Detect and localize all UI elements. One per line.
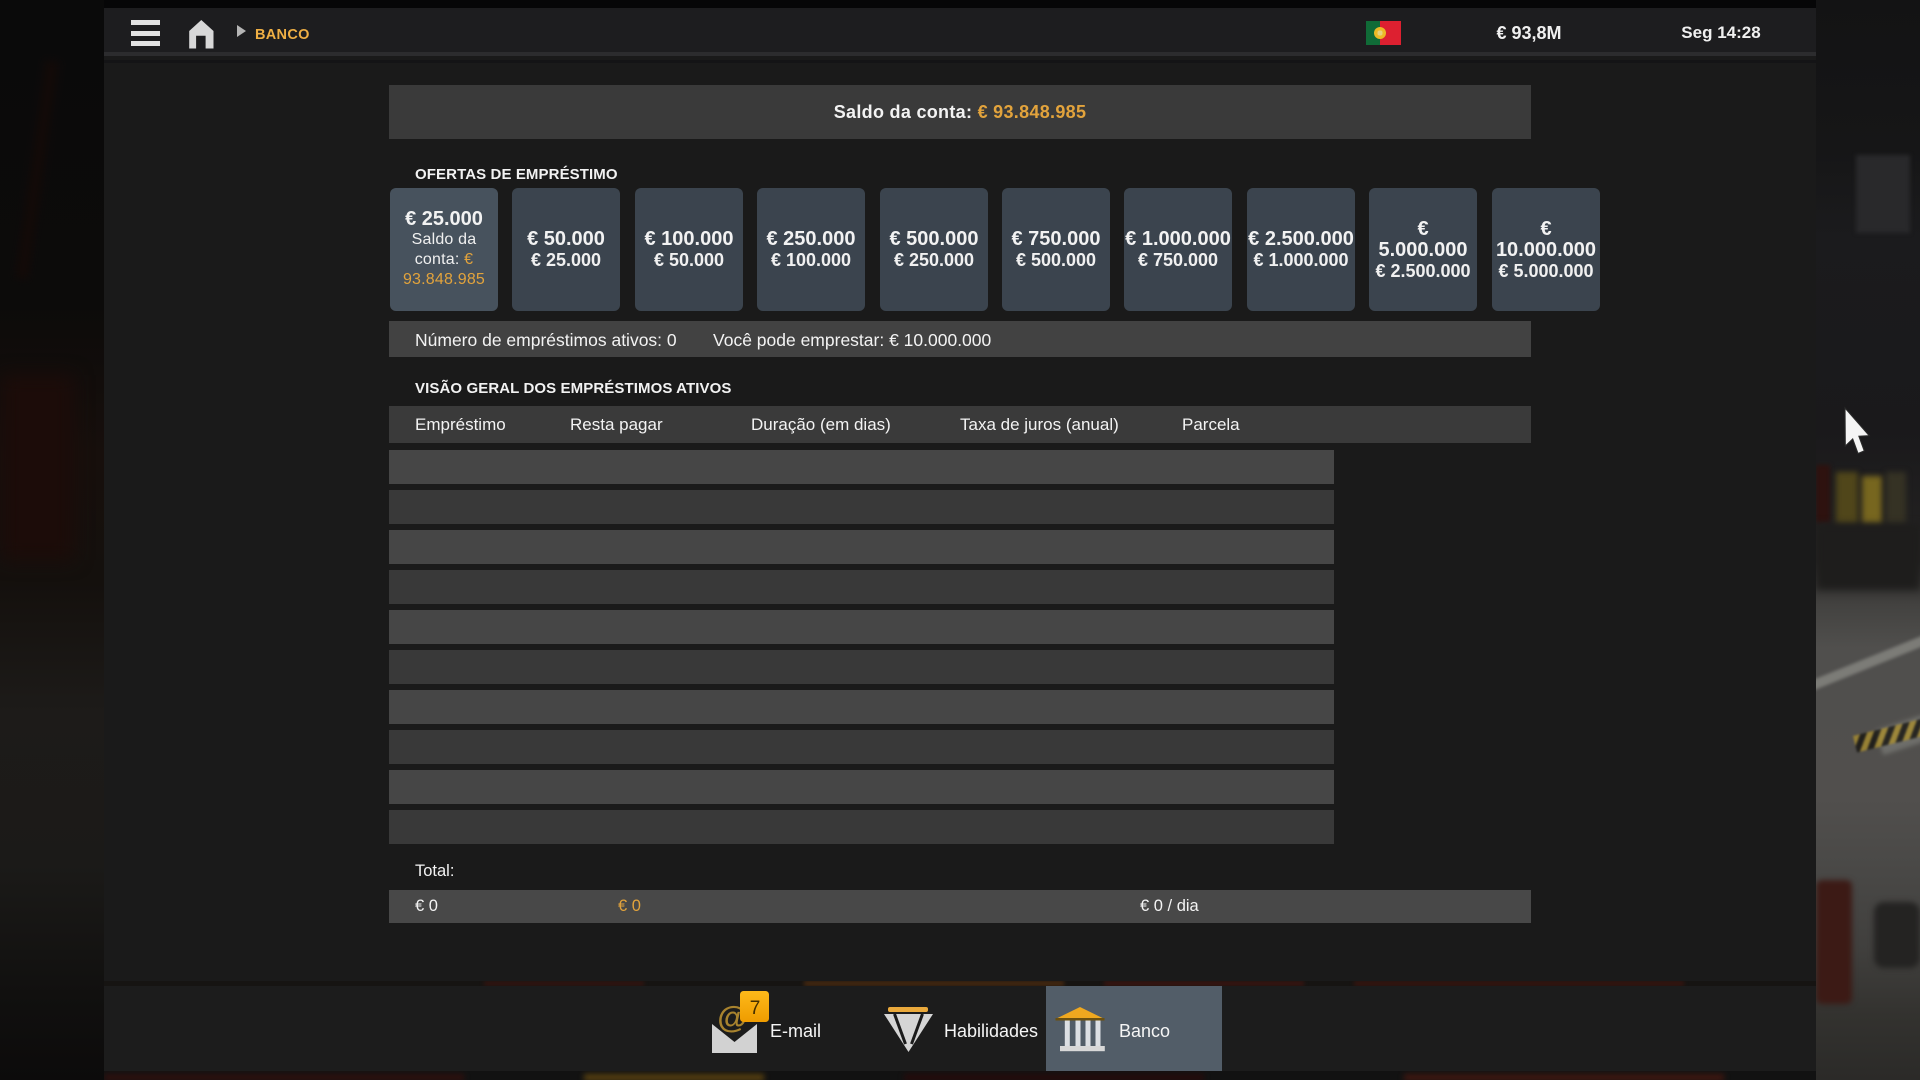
svg-text:7: 7	[750, 998, 761, 1019]
